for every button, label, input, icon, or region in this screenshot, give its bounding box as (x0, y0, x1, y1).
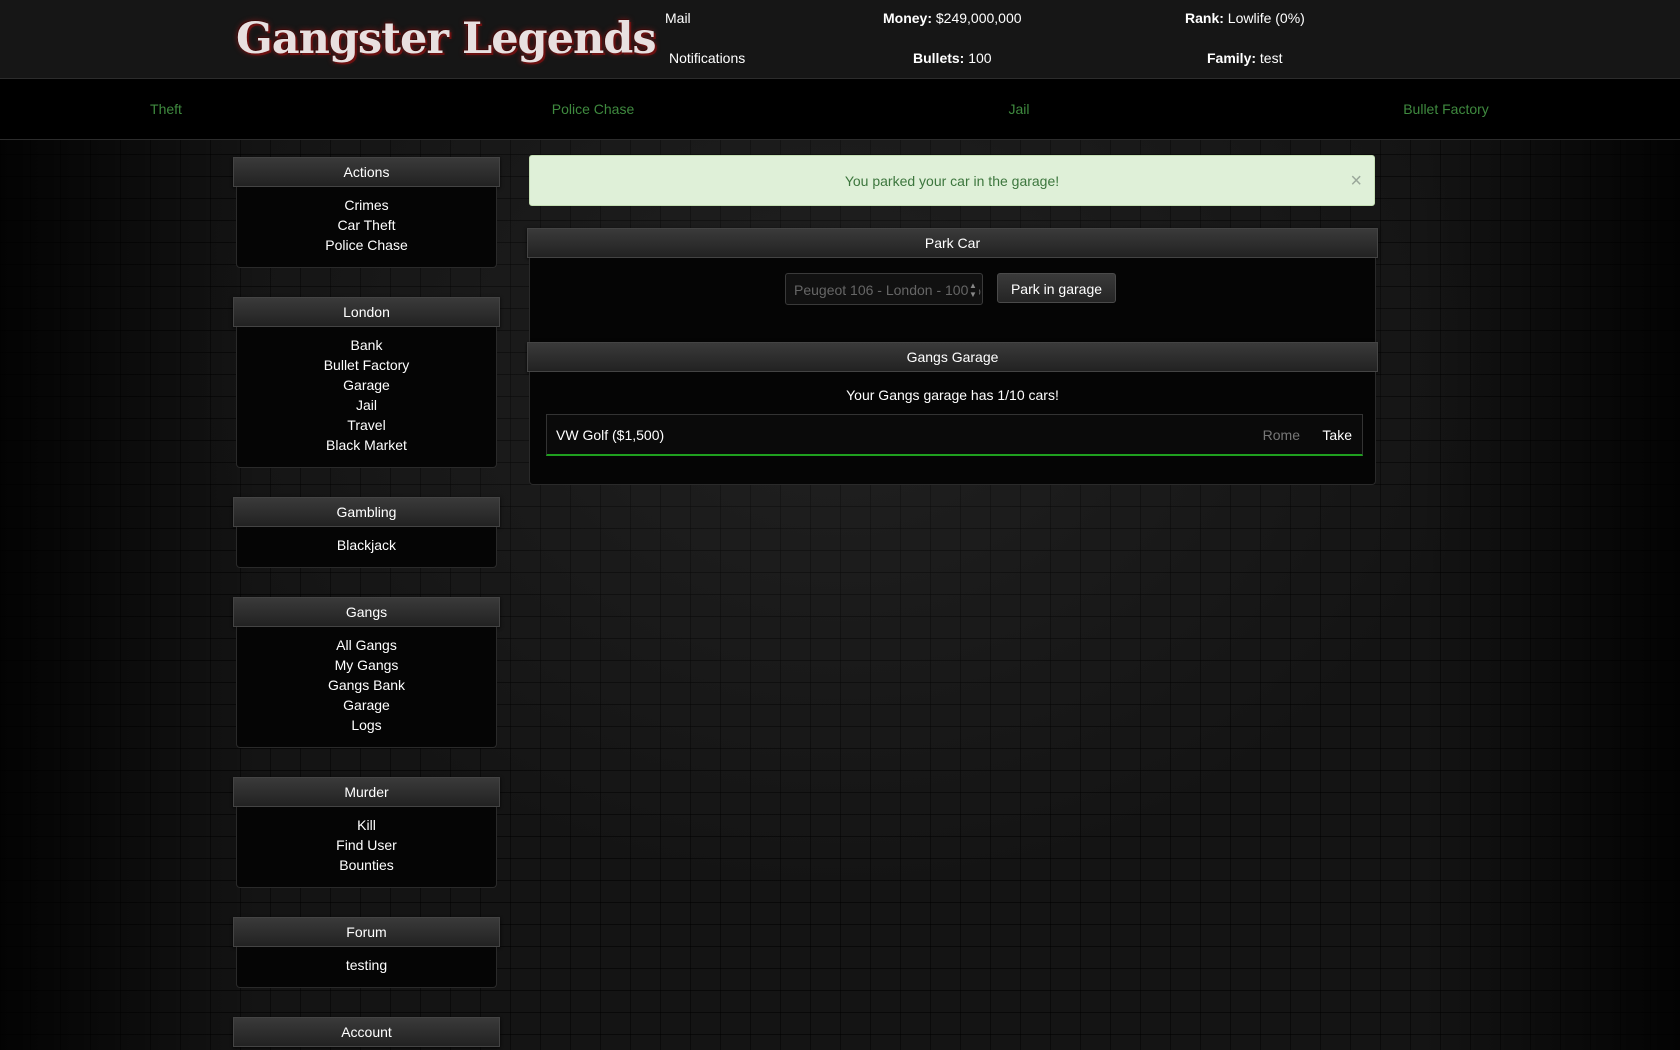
quick-nav-bar: Theft Police Chase Jail Bullet Factory (0, 79, 1680, 140)
sidebar-item-crimes[interactable]: Crimes (237, 195, 496, 215)
sidebar-heading: London (233, 297, 500, 327)
car-name: VW Golf ($1,500) (556, 427, 665, 443)
garage-capacity-text: Your Gangs garage has 1/10 cars! (846, 387, 1059, 403)
sidebar-heading: Gangs (233, 597, 500, 627)
mail-link[interactable]: Mail (665, 9, 691, 27)
family-value: test (1259, 50, 1283, 66)
sidebar-heading: Murder (233, 777, 500, 807)
sidebar-list: Bank Bullet Factory Garage Jail Travel B… (236, 327, 497, 468)
sidebar-item-car-theft[interactable]: Car Theft (237, 215, 496, 235)
bullets-label: Bullets: (913, 50, 965, 66)
gangs-garage-body: Your Gangs garage has 1/10 cars! VW Golf… (529, 372, 1376, 485)
sidebar-item-find-user[interactable]: Find User (237, 835, 496, 855)
sidebar-item-jail[interactable]: Jail (237, 395, 496, 415)
panel-heading: Gangs Garage (527, 342, 1378, 372)
sidebar-account: Account (233, 1017, 500, 1047)
rank-value: Lowlife (0%) (1227, 10, 1305, 26)
close-icon[interactable]: × (1350, 156, 1362, 207)
sidebar-item-logs[interactable]: Logs (237, 715, 496, 735)
sidebar-list: Crimes Car Theft Police Chase (236, 187, 497, 268)
sidebar-item-travel[interactable]: Travel (237, 415, 496, 435)
bullets-value: 100 (968, 50, 992, 66)
car-select[interactable]: Peugeot 106 - London - 100% ▲ ▼ (785, 273, 983, 305)
nav-theft[interactable]: Theft (66, 100, 266, 118)
sidebar-item-gangs-garage[interactable]: Garage (237, 695, 496, 715)
sidebar-item-garage[interactable]: Garage (237, 375, 496, 395)
money-value: $249,000,000 (935, 10, 1022, 26)
gangs-garage-panel: Gangs Garage Your Gangs garage has 1/10 … (527, 342, 1378, 485)
sidebar-item-police-chase[interactable]: Police Chase (237, 235, 496, 255)
sidebar-item-bank[interactable]: Bank (237, 335, 496, 355)
money-label: Money: (883, 10, 932, 26)
alert-message: You parked your car in the garage! (844, 173, 1060, 189)
notifications-link[interactable]: Notifications (669, 49, 745, 67)
sidebar-forum: Forum testing (233, 917, 500, 988)
sidebar-item-blackjack[interactable]: Blackjack (237, 535, 496, 555)
sidebar-heading: Forum (233, 917, 500, 947)
sidebar-item-testing[interactable]: testing (237, 955, 496, 975)
page: Gangster Legends Mail Notifications Mone… (0, 0, 1680, 1050)
sidebar-gangs: Gangs All Gangs My Gangs Gangs Bank Gara… (233, 597, 500, 748)
success-alert: You parked your car in the garage! × (529, 155, 1375, 206)
sidebar-heading: Account (233, 1017, 500, 1047)
car-location: Rome (1262, 427, 1300, 443)
sidebar-list: Blackjack (236, 527, 497, 568)
select-arrows-icon: ▲ ▼ (969, 274, 979, 304)
sidebar-list: All Gangs My Gangs Gangs Bank Garage Log… (236, 627, 497, 748)
sidebar-actions: Actions Crimes Car Theft Police Chase (233, 157, 500, 268)
table-row: VW Golf ($1,500) Rome Take (546, 414, 1363, 456)
panel-heading: Park Car (527, 228, 1378, 258)
park-in-garage-button[interactable]: Park in garage (997, 273, 1116, 303)
sidebar-london: London Bank Bullet Factory Garage Jail T… (233, 297, 500, 468)
park-car-panel: Park Car Peugeot 106 - London - 100% ▲ ▼ … (527, 228, 1378, 349)
bullets-stat: Bullets: 100 (913, 49, 992, 67)
sidebar-item-all-gangs[interactable]: All Gangs (237, 635, 496, 655)
take-car-link[interactable]: Take (1322, 426, 1352, 444)
car-select-value: Peugeot 106 - London - 100% (794, 282, 981, 298)
money-stat: Money: $249,000,000 (883, 9, 1022, 27)
sidebar-item-bullet-factory[interactable]: Bullet Factory (237, 355, 496, 375)
park-car-body: Peugeot 106 - London - 100% ▲ ▼ Park in g… (529, 258, 1376, 349)
sidebar-item-gangs-bank[interactable]: Gangs Bank (237, 675, 496, 695)
top-header: Gangster Legends Mail Notifications Mone… (0, 0, 1680, 79)
sidebar-gambling: Gambling Blackjack (233, 497, 500, 568)
family-label: Family: (1207, 50, 1257, 66)
sidebar-list: testing (236, 947, 497, 988)
family-stat: Family: test (1207, 49, 1282, 67)
nav-bullet-factory[interactable]: Bullet Factory (1346, 100, 1546, 118)
sidebar-item-bounties[interactable]: Bounties (237, 855, 496, 875)
sidebar-heading: Actions (233, 157, 500, 187)
nav-jail[interactable]: Jail (919, 100, 1119, 118)
rank-label: Rank: (1185, 10, 1224, 26)
sidebar-list: Kill Find User Bounties (236, 807, 497, 888)
sidebar-item-kill[interactable]: Kill (237, 815, 496, 835)
site-logo[interactable]: Gangster Legends (236, 10, 657, 68)
sidebar-item-black-market[interactable]: Black Market (237, 435, 496, 455)
nav-police-chase[interactable]: Police Chase (493, 100, 693, 118)
sidebar-item-my-gangs[interactable]: My Gangs (237, 655, 496, 675)
sidebar-murder: Murder Kill Find User Bounties (233, 777, 500, 888)
sidebar-heading: Gambling (233, 497, 500, 527)
rank-stat: Rank: Lowlife (0%) (1185, 9, 1305, 27)
